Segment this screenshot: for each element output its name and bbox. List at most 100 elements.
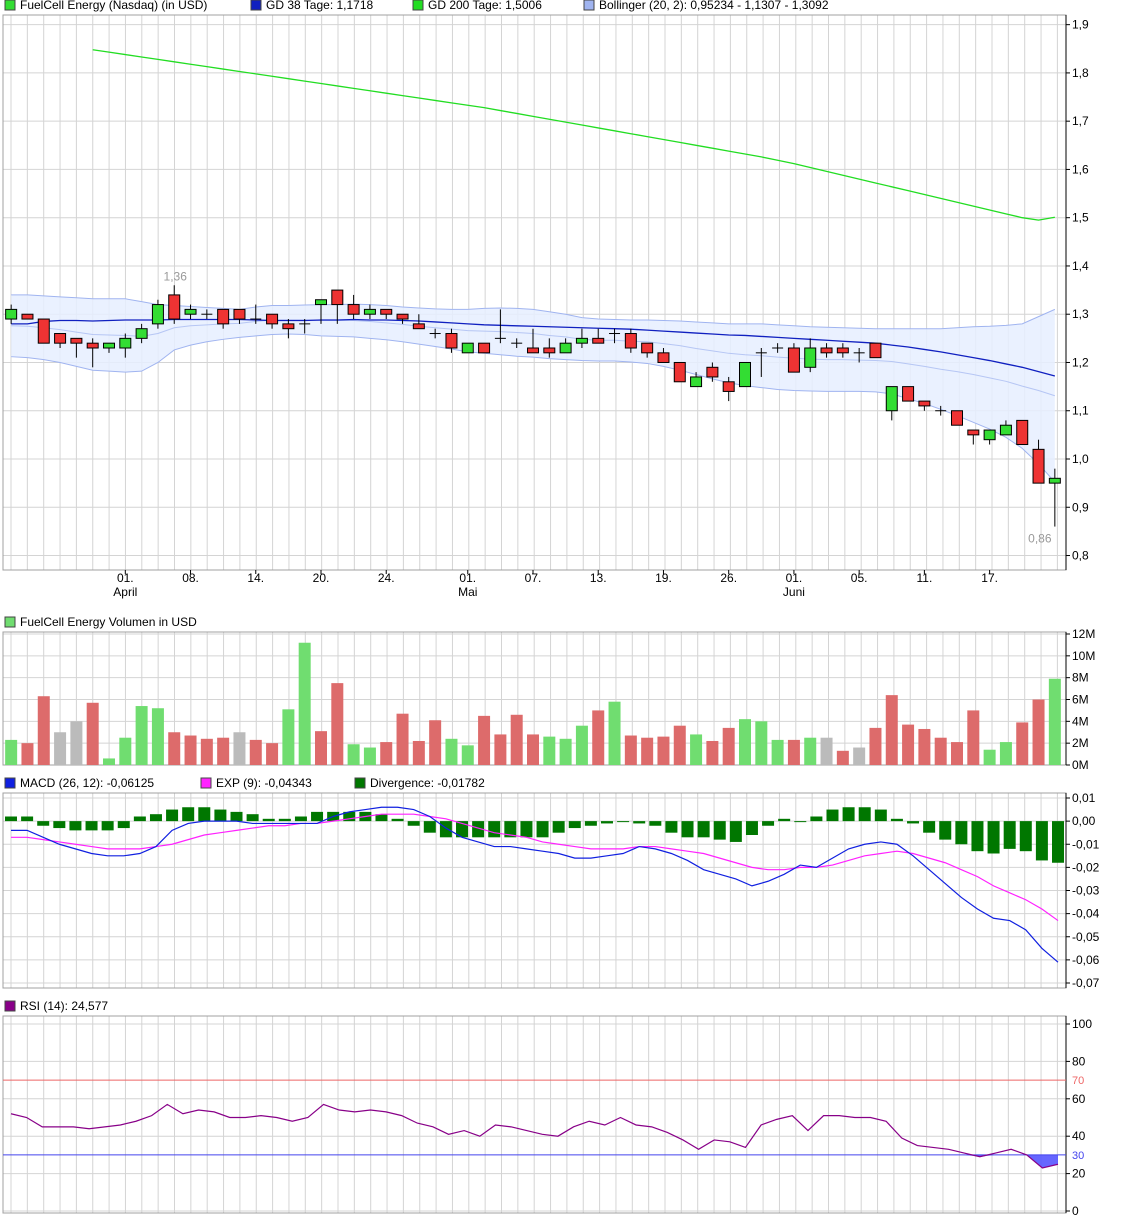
y-tick-label: -0,07 — [1072, 976, 1100, 990]
volume-bar — [429, 720, 442, 765]
volume-bar — [478, 715, 491, 765]
x-tick-label: 11. — [916, 571, 932, 585]
y-tick-label: 0,00 — [1072, 814, 1096, 828]
candle-body — [21, 313, 34, 320]
volume-bar — [755, 721, 768, 765]
divergence-bar — [939, 821, 952, 840]
legend-swatch — [4, 616, 16, 628]
x-tick-label: 24. — [378, 571, 395, 585]
y-tick-label: 1,7 — [1072, 114, 1089, 128]
x-tick-label: 01. — [117, 571, 134, 585]
candle — [21, 313, 34, 320]
legend-label: Bollinger (20, 2): 0,95234 - 1,1307 - 1,… — [599, 0, 829, 12]
candle — [918, 400, 931, 411]
volume-bar — [934, 737, 947, 765]
legend-label: Divergence: -0,01782 — [370, 776, 485, 790]
annotation-high: 1,36 — [164, 269, 188, 283]
grid — [3, 1016, 1066, 1213]
y-tick-label: 1,6 — [1072, 162, 1089, 176]
divergence-bar — [214, 809, 227, 822]
candle — [461, 342, 474, 354]
y-tick-label: -0,04 — [1072, 907, 1100, 921]
x-tick-label: 05. — [851, 571, 868, 585]
volume-bar — [54, 732, 67, 765]
rsi-level-label: 30 — [1072, 1150, 1084, 1162]
candle-body — [54, 333, 67, 344]
divergence-bar — [665, 821, 678, 833]
candle-body — [331, 289, 344, 306]
divergence-bar — [842, 807, 855, 822]
divergence-bar — [1035, 821, 1048, 861]
volume-bar — [804, 737, 817, 765]
y-tick-label: 1,8 — [1072, 66, 1089, 80]
candle-body — [380, 308, 393, 315]
candle-body — [624, 333, 637, 349]
y-tick-label: 1,5 — [1072, 211, 1089, 225]
volume-bar — [853, 747, 866, 765]
y-tick-label: 0,8 — [1072, 549, 1089, 563]
legend-label: GD 200 Tage: 1,5006 — [428, 0, 542, 12]
y-tick-label: 1,4 — [1072, 259, 1089, 273]
volume-bar — [951, 742, 963, 765]
volume-bar — [641, 737, 654, 765]
volume-bar — [608, 701, 621, 765]
candle-body — [559, 342, 572, 354]
divergence-bar — [101, 821, 114, 831]
divergence-bar — [858, 807, 871, 822]
divergence-bar — [681, 821, 694, 838]
volume-bar — [135, 706, 148, 765]
x-tick-label: 14. — [247, 571, 264, 585]
candle — [869, 342, 882, 359]
volume-bar — [706, 740, 719, 765]
y-tick-label: -0,05 — [1072, 930, 1100, 944]
volume-bar — [200, 738, 213, 765]
divergence-bar — [391, 818, 404, 822]
divergence-bar — [133, 816, 146, 822]
candle-body — [820, 347, 833, 354]
legend-label: EXP (9): -0,04343 — [216, 776, 312, 790]
volume-bar — [885, 695, 898, 765]
y-tick-label: 1,2 — [1072, 355, 1089, 369]
volume-bar — [217, 737, 230, 765]
volume-bar — [657, 736, 670, 765]
legends: FuelCell Energy (Nasdaq) (in USD) GD 38 T… — [4, 0, 829, 1013]
rsi-level-label: 70 — [1072, 1075, 1084, 1087]
volume-bar — [380, 742, 393, 765]
candle-body — [103, 342, 115, 349]
candle — [168, 285, 181, 324]
volume-bar — [347, 744, 360, 765]
volume-bar — [494, 734, 507, 765]
legend-label: RSI (14): 24,577 — [20, 999, 108, 1013]
divergence-bar — [810, 816, 823, 822]
volume-bar — [918, 728, 931, 765]
y-tick-label: 12M — [1072, 627, 1095, 641]
chart-canvas: FuelCell Energy (Nasdaq) (in USD) GD 38 T… — [2, 0, 1100, 1218]
x-tick-label: 20. — [313, 571, 330, 585]
legend-label: FuelCell Energy Volumen in USD — [20, 615, 197, 629]
volume-bar — [298, 642, 311, 765]
y-tick-label: 20 — [1072, 1167, 1086, 1181]
divergence-bar — [890, 818, 903, 822]
volume-bar — [739, 719, 751, 765]
candle — [739, 361, 751, 388]
volume-bar — [967, 710, 980, 765]
candle-body — [184, 308, 197, 315]
candle-body — [918, 400, 931, 407]
divergence-bar — [182, 807, 195, 822]
y-tick-label: 1,9 — [1072, 18, 1089, 32]
candle-body — [641, 342, 654, 354]
y-tick-label: 40 — [1072, 1129, 1086, 1143]
candle-body — [315, 299, 327, 306]
y-tick-label: 2M — [1072, 736, 1089, 750]
divergence-bar — [552, 821, 565, 833]
volume-bar — [86, 702, 99, 765]
volume-bar — [722, 727, 735, 765]
divergence-bar — [149, 814, 162, 822]
candle-body — [445, 333, 458, 349]
divergence-bar — [762, 821, 775, 826]
volume-bar — [575, 725, 588, 765]
volume-bar — [70, 721, 83, 765]
divergence-bar — [794, 821, 807, 823]
divergence-bar — [1019, 821, 1032, 852]
divergence-bar — [649, 821, 662, 826]
